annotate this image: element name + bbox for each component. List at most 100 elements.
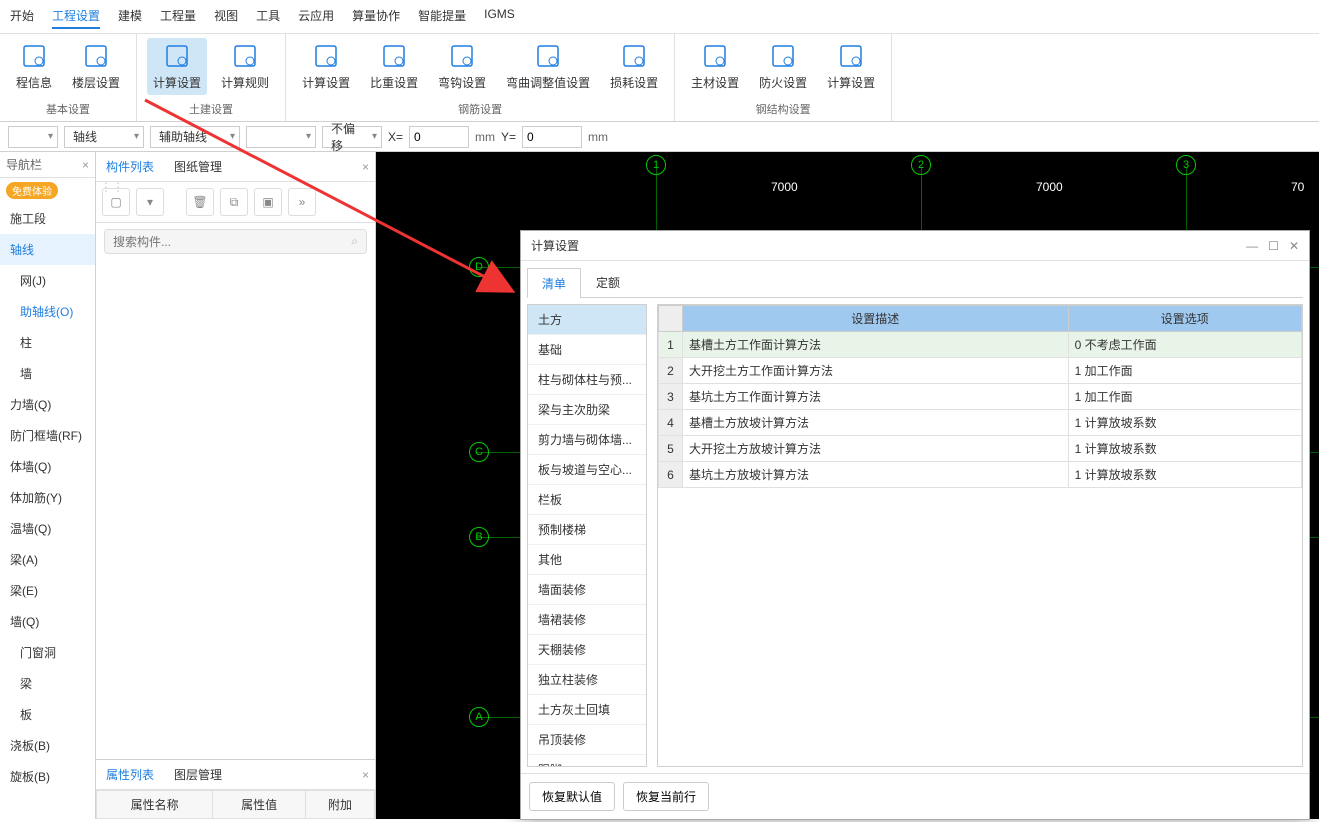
nav-item[interactable]: 梁(A) [0,544,95,575]
ribbon-比重设置[interactable]: 比重设置 [364,38,424,95]
menu-5[interactable]: 工具 [256,4,280,29]
nav-item[interactable]: 墙(Q) [0,606,95,637]
category-item[interactable]: 剪力墙与砌体墙... [528,425,646,455]
nav-item[interactable]: 体加筋(Y) [0,482,95,513]
nav-item[interactable]: 旋板(B) [0,761,95,792]
settings-row[interactable]: 5大开挖土方放坡计算方法1 计算放坡系数 [659,436,1302,462]
close-icon[interactable]: ✕ [1289,239,1299,253]
nav-close-icon[interactable]: × [82,158,89,172]
category-item[interactable]: 栏板 [528,485,646,515]
ribbon-程信息[interactable]: 程信息 [10,38,58,95]
category-item[interactable]: 其他 [528,545,646,575]
dropdown-icon[interactable]: ▾ [136,188,164,216]
settings-row[interactable]: 4基槽土方放坡计算方法1 计算放坡系数 [659,410,1302,436]
ribbon-label: 防火设置 [759,74,807,91]
tab-drawing-mgmt[interactable]: 图纸管理 [164,152,232,181]
attr-close-icon[interactable]: × [356,762,375,788]
nav-item[interactable]: 梁 [0,668,95,699]
category-item[interactable]: 柱与砌体柱与预... [528,365,646,395]
category-item[interactable]: 独立柱装修 [528,665,646,695]
menu-9[interactable]: IGMS [484,4,515,29]
nav-item[interactable]: 梁(E) [0,575,95,606]
drag-handle-icon[interactable]: ⋮⋮ [100,180,124,194]
nav-item[interactable]: 轴线 [0,234,95,265]
copy-icon[interactable]: ⧉ [220,188,248,216]
settings-row[interactable]: 1基槽土方工作面计算方法0 不考虑工作面 [659,332,1302,358]
category-item[interactable]: 预制楼梯 [528,515,646,545]
ribbon-弯钩设置[interactable]: 弯钩设置 [432,38,492,95]
nav-item[interactable]: 体墙(Q) [0,451,95,482]
menu-8[interactable]: 智能提量 [418,4,466,29]
ribbon-防火设置[interactable]: 防火设置 [753,38,813,95]
nav-item[interactable]: 墙 [0,358,95,389]
paste-icon[interactable]: ▣ [254,188,282,216]
ribbon-弯曲调整值设置[interactable]: 弯曲调整值设置 [500,38,596,95]
nav-item[interactable]: 助轴线(O) [0,296,95,327]
search-icon[interactable]: ⌕ [351,234,358,249]
category-item[interactable]: 墙裙装修 [528,605,646,635]
tab-layer-mgmt[interactable]: 图层管理 [164,760,232,789]
ribbon-主材设置[interactable]: 主材设置 [685,38,745,95]
nav-item[interactable]: 门窗洞 [0,637,95,668]
menu-0[interactable]: 开始 [10,4,34,29]
mid-close-icon[interactable]: × [356,154,375,180]
nav-item[interactable]: 防门框墙(RF) [0,420,95,451]
category-item[interactable]: 土方 [528,305,646,335]
restore-current-button[interactable]: 恢复当前行 [623,782,709,811]
y-input[interactable] [522,126,582,148]
delete-icon[interactable]: 🗑 [186,188,214,216]
offset-dropdown[interactable]: 不偏移 [322,126,382,148]
category-item[interactable]: 墙面装修 [528,575,646,605]
maximize-icon[interactable]: ☐ [1268,239,1279,253]
ribbon-计算设置[interactable]: 计算设置 [296,38,356,95]
menu-4[interactable]: 视图 [214,4,238,29]
ribbon-损耗设置[interactable]: 损耗设置 [604,38,664,95]
ribbon-label: 计算设置 [302,74,350,91]
ribbon-计算规则[interactable]: 计算规则 [215,38,275,95]
category-item[interactable]: 梁与主次肋梁 [528,395,646,425]
ribbon-计算设置[interactable]: 计算设置 [821,38,881,95]
nav-item[interactable]: 温墙(Q) [0,513,95,544]
nav-item[interactable]: 网(J) [0,265,95,296]
restore-default-button[interactable]: 恢复默认值 [529,782,615,811]
ribbon-计算设置[interactable]: 计算设置 [147,38,207,95]
settings-row[interactable]: 3基坑土方工作面计算方法1 加工作面 [659,384,1302,410]
dropdown-4[interactable] [246,126,316,148]
nav-item[interactable]: 力墙(Q) [0,389,95,420]
category-item[interactable]: 基础 [528,335,646,365]
menu-3[interactable]: 工程量 [160,4,196,29]
minimize-icon[interactable]: — [1246,239,1258,253]
tab-component-list[interactable]: 构件列表 [96,152,164,181]
ribbon-icon [769,42,797,70]
ribbon-楼层设置[interactable]: 楼层设置 [66,38,126,95]
nav-item[interactable]: 柱 [0,327,95,358]
ribbon-label: 计算规则 [221,74,269,91]
more-icon[interactable]: » [288,188,316,216]
nav-panel: 导航栏 × 免费体验 施工段轴线网(J)助轴线(O)柱墙力墙(Q)防门框墙(RF… [0,152,96,819]
category-item[interactable]: 板与坡道与空心... [528,455,646,485]
axis-dropdown[interactable]: 轴线 [64,126,144,148]
menu-7[interactable]: 算量协作 [352,4,400,29]
category-item[interactable]: 踢脚 [528,755,646,767]
x-input[interactable] [409,126,469,148]
nav-item[interactable]: 浇板(B) [0,730,95,761]
dropdown-1[interactable] [8,126,58,148]
settings-row[interactable]: 6基坑土方放坡计算方法1 计算放坡系数 [659,462,1302,488]
category-item[interactable]: 吊顶装修 [528,725,646,755]
category-item[interactable]: 土方灰土回填 [528,695,646,725]
aux-axis-dropdown[interactable]: 辅助轴线 [150,126,240,148]
category-item[interactable]: 天棚装修 [528,635,646,665]
tab-attr-list[interactable]: 属性列表 [96,760,164,789]
nav-item[interactable]: 施工段 [0,203,95,234]
settings-row[interactable]: 2大开挖土方工作面计算方法1 加工作面 [659,358,1302,384]
tab-list[interactable]: 清单 [527,268,581,298]
nav-item[interactable]: 板 [0,699,95,730]
tab-quota[interactable]: 定额 [581,267,635,297]
ribbon-icon [701,42,729,70]
free-badge: 免费体验 [6,182,58,199]
attr-col-extra: 附加 [305,791,374,819]
search-input[interactable] [113,235,351,249]
menu-2[interactable]: 建模 [118,4,142,29]
menu-1[interactable]: 工程设置 [52,4,100,29]
menu-6[interactable]: 云应用 [298,4,334,29]
